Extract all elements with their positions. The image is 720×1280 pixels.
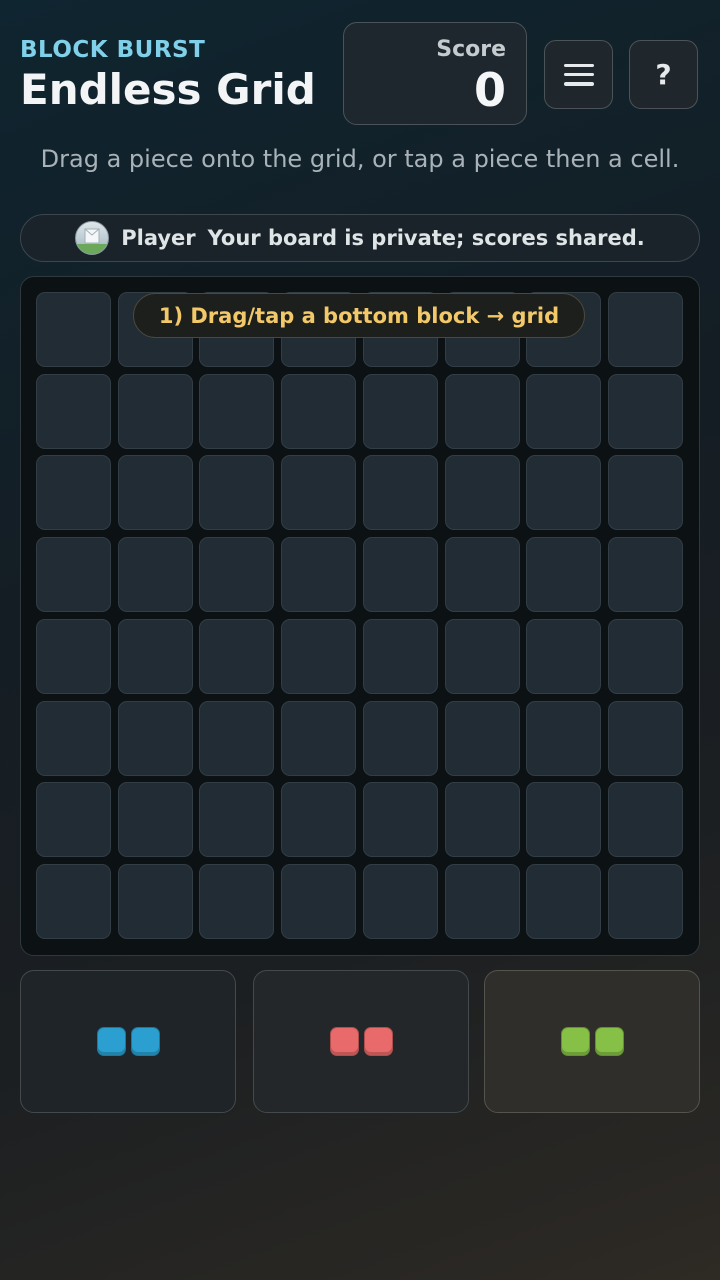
grid-cell-r2-c6[interactable] [445, 374, 520, 449]
grid-cell-r3-c5[interactable] [363, 455, 438, 530]
grid-cell-r6-c3[interactable] [199, 701, 274, 776]
grid-cell-r7-c1[interactable] [36, 782, 111, 857]
piece-tray-3[interactable] [484, 970, 700, 1113]
grid-cell-r3-c6[interactable] [445, 455, 520, 530]
help-button[interactable]: ? [629, 40, 698, 109]
grid-cell-r5-c3[interactable] [199, 619, 274, 694]
grid-cell-r6-c7[interactable] [526, 701, 601, 776]
grid-cell-r7-c8[interactable] [608, 782, 683, 857]
grid-cell-r2-c3[interactable] [199, 374, 274, 449]
grid-cell-r6-c8[interactable] [608, 701, 683, 776]
piece-block[interactable] [96, 1027, 126, 1056]
grid-cell-r2-c5[interactable] [363, 374, 438, 449]
grid-cell-r2-c1[interactable] [36, 374, 111, 449]
grid-cell-r5-c5[interactable] [363, 619, 438, 694]
score-label: Score [436, 37, 506, 62]
grid-cell-r3-c7[interactable] [526, 455, 601, 530]
grid-cell-r7-c2[interactable] [118, 782, 193, 857]
instructions-text: Drag a piece onto the grid, or tap a pie… [40, 145, 680, 173]
avatar [75, 221, 110, 255]
grid-cell-r7-c4[interactable] [281, 782, 356, 857]
grid-cell-r3-c3[interactable] [199, 455, 274, 530]
piece-tray-2[interactable] [253, 970, 469, 1113]
player-bar: Player Your board is private; scores sha… [20, 214, 700, 262]
piece-tray-1[interactable] [20, 970, 236, 1113]
grid-cell-r4-c1[interactable] [36, 537, 111, 612]
grid-cell-r8-c6[interactable] [445, 864, 520, 939]
game-subtitle: BLOCK BURST [20, 37, 206, 63]
grid-cell-r8-c1[interactable] [36, 864, 111, 939]
grid-cell-r5-c6[interactable] [445, 619, 520, 694]
grid-cell-r3-c1[interactable] [36, 455, 111, 530]
grid-cell-r4-c4[interactable] [281, 537, 356, 612]
grid-cell-r4-c6[interactable] [445, 537, 520, 612]
piece-block[interactable] [560, 1027, 590, 1056]
menu-button[interactable] [544, 40, 613, 109]
grid-cell-r2-c7[interactable] [526, 374, 601, 449]
grid-cell-r8-c4[interactable] [281, 864, 356, 939]
privacy-note: Your board is private; scores shared. [207, 226, 645, 250]
piece-block[interactable] [329, 1027, 359, 1056]
game-title: Endless Grid [20, 65, 316, 114]
grid-cell-r5-c1[interactable] [36, 619, 111, 694]
grid-cell-r6-c1[interactable] [36, 701, 111, 776]
piece-block[interactable] [594, 1027, 624, 1056]
grid-cell-r4-c5[interactable] [363, 537, 438, 612]
grid-cell-r2-c4[interactable] [281, 374, 356, 449]
grid-cell-r1-c1[interactable] [36, 292, 111, 367]
score-box: Score 0 [343, 22, 527, 125]
player-name: Player [121, 226, 196, 250]
grid-cell-r7-c5[interactable] [363, 782, 438, 857]
grid-cell-r2-c8[interactable] [608, 374, 683, 449]
hamburger-icon [563, 63, 594, 86]
grid-cell-r4-c2[interactable] [118, 537, 193, 612]
grid-cell-r7-c3[interactable] [199, 782, 274, 857]
grid-cell-r6-c5[interactable] [363, 701, 438, 776]
brand: BLOCK BURST Endless Grid [20, 36, 316, 114]
grid-cell-r4-c8[interactable] [608, 537, 683, 612]
piece-block[interactable] [130, 1027, 160, 1056]
grid-cell-r3-c8[interactable] [608, 455, 683, 530]
grid-cell-r8-c5[interactable] [363, 864, 438, 939]
piece-block[interactable] [363, 1027, 393, 1056]
grid-cell-r7-c6[interactable] [445, 782, 520, 857]
grid-cell-r5-c2[interactable] [118, 619, 193, 694]
score-value: 0 [473, 63, 506, 117]
grid-cell-r5-c4[interactable] [281, 619, 356, 694]
hint-banner: 1) Drag/tap a bottom block → grid [133, 293, 585, 338]
grid-cell-r3-c2[interactable] [118, 455, 193, 530]
grid-cell-r6-c4[interactable] [281, 701, 356, 776]
grid-cell-r8-c3[interactable] [199, 864, 274, 939]
grid-cell-r1-c8[interactable] [608, 292, 683, 367]
grid-cell-r5-c8[interactable] [608, 619, 683, 694]
grid-cell-r6-c2[interactable] [118, 701, 193, 776]
grid-cell-r8-c8[interactable] [608, 864, 683, 939]
grid-cell-r3-c4[interactable] [281, 455, 356, 530]
grid-cell-r8-c2[interactable] [118, 864, 193, 939]
grid-cell-r4-c7[interactable] [526, 537, 601, 612]
grid-cell-r2-c2[interactable] [118, 374, 193, 449]
grid-cell-r8-c7[interactable] [526, 864, 601, 939]
grid-cell-r7-c7[interactable] [526, 782, 601, 857]
grid-cell-r5-c7[interactable] [526, 619, 601, 694]
grid-cell-r6-c6[interactable] [445, 701, 520, 776]
grid-cell-r4-c3[interactable] [199, 537, 274, 612]
